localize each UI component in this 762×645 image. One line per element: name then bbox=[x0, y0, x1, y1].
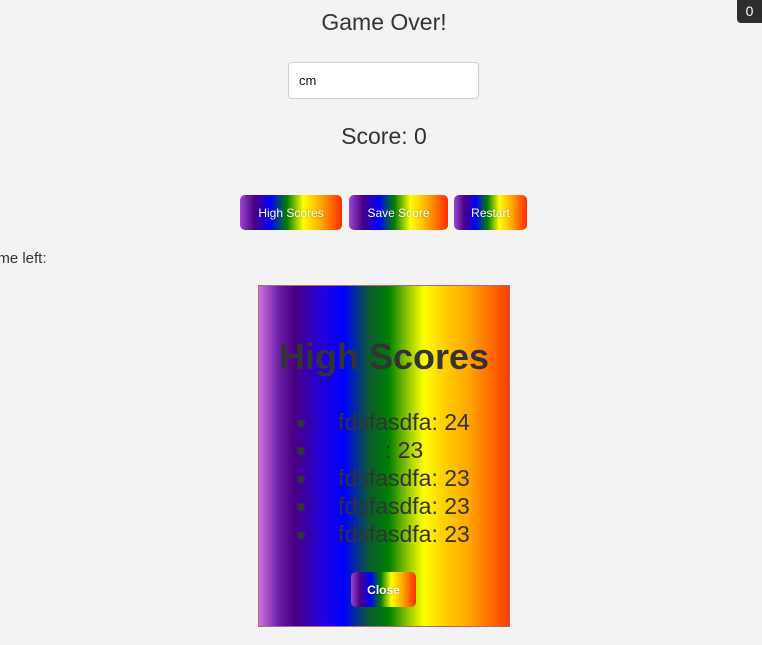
score-entry: : 23 bbox=[384, 437, 424, 463]
bullet-icon bbox=[297, 447, 305, 455]
modal-title: High Scores bbox=[278, 336, 490, 377]
score-entry: fdsfasdfa: 23 bbox=[338, 465, 470, 491]
save-score-button[interactable]: Save Score bbox=[349, 195, 448, 230]
game-over-title: Game Over! bbox=[321, 9, 447, 35]
list-item: fdsfasdfa: 23 bbox=[259, 464, 509, 492]
score-entry: fdsfasdfa: 23 bbox=[338, 493, 470, 519]
list-item: fdsfasdfa: 23 bbox=[259, 492, 509, 520]
time-left-label: ime left: bbox=[0, 250, 47, 267]
bullet-icon bbox=[297, 503, 305, 511]
list-item: fdsfasdfa: 23 bbox=[259, 520, 509, 548]
restart-button[interactable]: Restart bbox=[454, 195, 527, 230]
list-item: : 23 bbox=[259, 436, 509, 464]
game-page: 0 Game Over! Score: 0 High Scores Save S… bbox=[0, 0, 762, 645]
close-button[interactable]: Close bbox=[351, 572, 416, 607]
high-scores-modal: High Scores fdsfasdfa: 24 : 23 fdsfasdfa… bbox=[258, 285, 510, 627]
bullet-icon bbox=[297, 419, 305, 427]
bullet-icon bbox=[297, 531, 305, 539]
score-entry: fdsfasdfa: 23 bbox=[338, 521, 470, 547]
high-scores-button[interactable]: High Scores bbox=[240, 195, 342, 230]
score-entry: fdsfasdfa: 24 bbox=[338, 409, 470, 435]
bullet-icon bbox=[297, 475, 305, 483]
player-name-input[interactable] bbox=[288, 62, 479, 99]
high-scores-list: fdsfasdfa: 24 : 23 fdsfasdfa: 23 fdsfasd… bbox=[259, 408, 509, 548]
score-label: Score: 0 bbox=[341, 123, 427, 149]
list-item: fdsfasdfa: 24 bbox=[259, 408, 509, 436]
